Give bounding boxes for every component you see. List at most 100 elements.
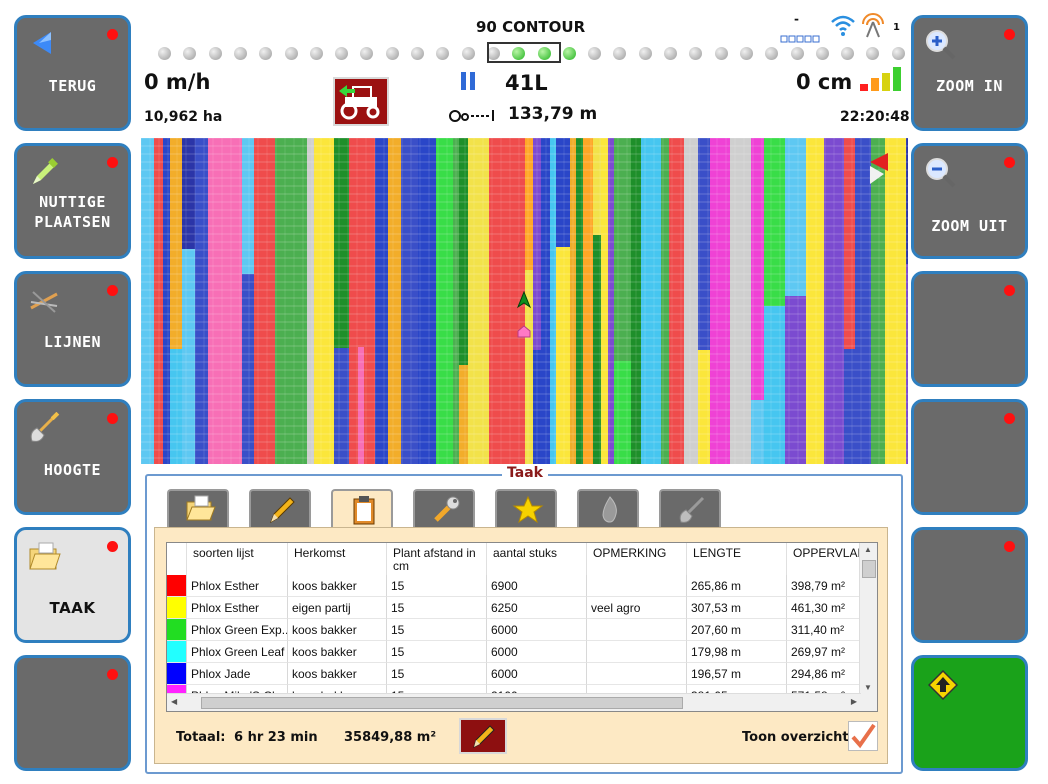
empty-right-button-5[interactable] <box>911 527 1028 643</box>
column-header[interactable]: OPPERVLAK <box>787 543 865 575</box>
pause-icon[interactable] <box>460 71 476 95</box>
column-header[interactable]: Plant afstand in cm <box>387 543 487 575</box>
status-dot <box>1004 285 1015 296</box>
taak-button[interactable]: TAAK <box>14 527 131 643</box>
empty-right-button-4[interactable] <box>911 399 1028 515</box>
status-dot <box>107 413 118 424</box>
coverage-stripe <box>289 138 307 464</box>
table-cell[interactable]: 196,57 m <box>687 663 787 685</box>
gps-label: - <box>794 12 799 26</box>
tab-shovel[interactable] <box>659 489 721 529</box>
table-cell[interactable]: 15 <box>387 663 487 685</box>
section-led <box>284 47 298 60</box>
tab-edit[interactable] <box>249 489 311 529</box>
coverage-stripe <box>358 347 364 464</box>
table-cell[interactable]: Phlox Green Leaf <box>187 641 288 663</box>
table-cell[interactable]: 179,98 m <box>687 641 787 663</box>
section-led <box>866 47 880 60</box>
column-header[interactable]: soorten lijst <box>187 543 288 575</box>
tab-flame[interactable] <box>577 489 639 529</box>
tractor-icon[interactable] <box>333 77 389 126</box>
tab-favorites[interactable] <box>495 489 557 529</box>
coverage-stripe <box>334 348 349 464</box>
table-cell[interactable]: 15 <box>387 619 487 641</box>
scroll-thumb[interactable] <box>862 560 876 578</box>
table-cell[interactable]: 6000 <box>487 641 587 663</box>
hoogte-button[interactable]: HOOGTE <box>14 399 131 515</box>
table-cell[interactable]: 6250 <box>487 597 587 619</box>
coverage-stripe <box>669 138 684 464</box>
table-cell[interactable] <box>587 619 687 641</box>
table-cell[interactable]: Phlox Jade <box>187 663 288 685</box>
empty-right-button-3[interactable] <box>911 271 1028 387</box>
overview-label: Toon overzicht: <box>742 730 854 745</box>
table-cell[interactable]: koos bakker <box>288 641 387 663</box>
table-cell[interactable]: eigen partij <box>288 597 387 619</box>
vertical-scrollbar[interactable]: ▲ ▼ <box>859 543 877 711</box>
table-cell[interactable]: koos bakker <box>288 619 387 641</box>
empty-left-button[interactable] <box>14 655 131 771</box>
table-cell[interactable]: koos bakker <box>288 663 387 685</box>
button-label: ZOOM UIT <box>931 217 1008 235</box>
table-cell[interactable]: 6900 <box>487 575 587 597</box>
edit-button[interactable] <box>459 718 507 754</box>
coverage-stripe <box>601 138 608 464</box>
table-cell[interactable]: 15 <box>387 575 487 597</box>
table-cell[interactable]: 6000 <box>487 663 587 685</box>
lines-icon <box>27 284 61 318</box>
zoom-uit-button[interactable]: ZOOM UIT <box>911 143 1028 259</box>
table-cell[interactable]: 269,97 m² <box>787 641 862 663</box>
table-cell[interactable]: koos bakker <box>288 575 387 597</box>
table-cell[interactable]: Phlox Green Exp... <box>187 619 288 641</box>
wrench-icon <box>434 496 460 522</box>
table-cell[interactable]: Phlox Esther <box>187 597 288 619</box>
shovel-icon <box>27 411 61 446</box>
table-cell[interactable]: 15 <box>387 641 487 663</box>
section-led <box>208 47 222 60</box>
table-cell[interactable]: 398,79 m² <box>787 575 862 597</box>
tab-settings[interactable] <box>413 489 475 529</box>
table-cell[interactable]: 15 <box>387 597 487 619</box>
upload-button[interactable] <box>911 655 1028 771</box>
lijnen-button[interactable]: LIJNEN <box>14 271 131 387</box>
wifi-icon <box>830 13 856 41</box>
table-cell[interactable] <box>587 641 687 663</box>
table-cell[interactable] <box>587 663 687 685</box>
table-cell[interactable] <box>587 575 687 597</box>
table-cell[interactable]: 265,86 m <box>687 575 787 597</box>
table-cell[interactable]: 207,60 m <box>687 619 787 641</box>
table-cell[interactable]: Phlox Esther <box>187 575 288 597</box>
column-header[interactable]: LENGTE <box>687 543 787 575</box>
section-led <box>815 47 829 60</box>
column-header[interactable]: OPMERKING <box>587 543 687 575</box>
coverage-stripe <box>208 138 229 464</box>
overview-checkbox[interactable] <box>848 721 878 751</box>
coverage-stripe <box>661 138 669 464</box>
table-cell[interactable]: 311,40 m² <box>787 619 862 641</box>
vehicle-position-icon <box>516 290 532 345</box>
task-table[interactable]: soorten lijst Herkomst Plant afstand in cm… <box>166 542 878 712</box>
horizontal-scrollbar[interactable]: ◀ ▶ <box>167 693 861 711</box>
scroll-thumb[interactable] <box>201 697 683 709</box>
table-cell[interactable]: 6000 <box>487 619 587 641</box>
column-header-color[interactable] <box>167 543 187 575</box>
zoom-in-button[interactable]: ZOOM IN <box>911 15 1028 131</box>
status-dot <box>1004 29 1015 40</box>
coverage-stripe <box>314 138 334 464</box>
table-cell[interactable]: 307,53 m <box>687 597 787 619</box>
speed-value: 0 m/h <box>144 70 211 94</box>
column-header[interactable]: aantal stuks <box>487 543 587 575</box>
section-led <box>613 47 627 60</box>
tab-open[interactable] <box>167 489 229 529</box>
table-cell[interactable]: veel agro <box>587 597 687 619</box>
table-cell[interactable]: 461,30 m² <box>787 597 862 619</box>
coverage-stripe <box>170 349 182 464</box>
terug-button[interactable]: TERUG <box>14 15 131 131</box>
nuttige-plaatsen-button[interactable]: NUTTIGE PLAATSEN <box>14 143 131 259</box>
flame-icon <box>602 496 617 523</box>
tab-clipboard[interactable] <box>331 489 393 531</box>
table-cell[interactable]: 294,86 m² <box>787 663 862 685</box>
clipboard-icon <box>353 496 375 525</box>
column-header[interactable]: Herkomst <box>288 543 387 575</box>
section-led <box>436 47 450 60</box>
